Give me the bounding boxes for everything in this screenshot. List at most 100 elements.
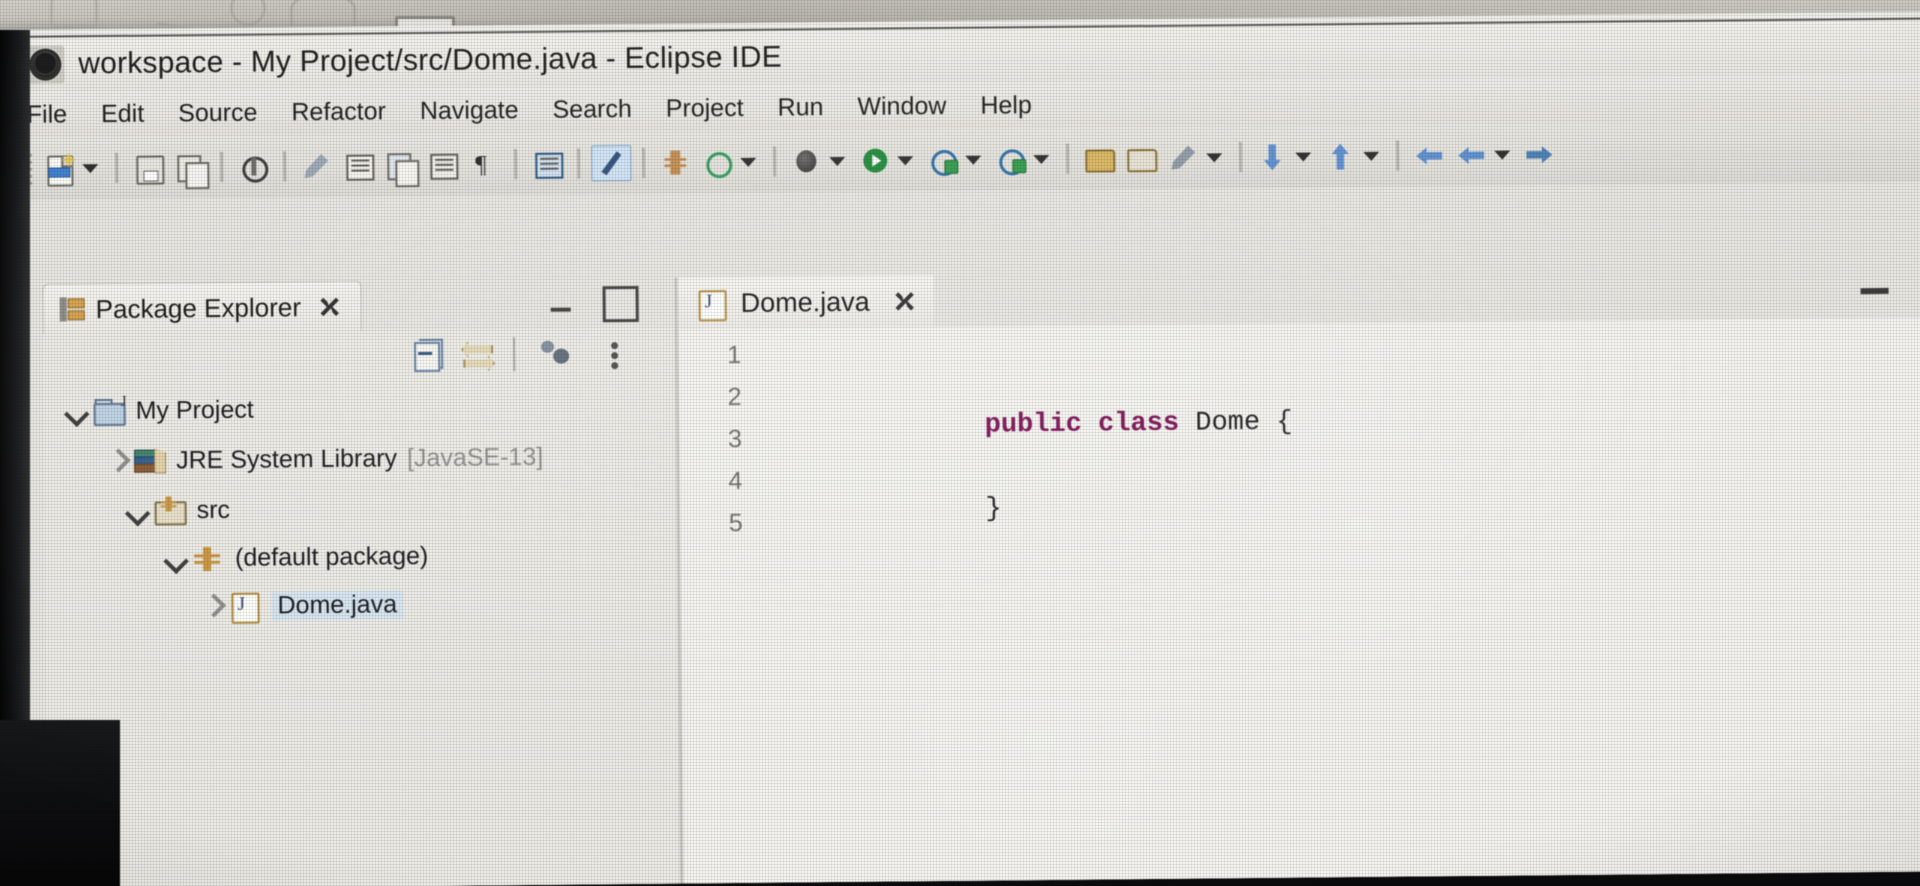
- last-edit-icon[interactable]: [1520, 137, 1558, 171]
- new-package-icon[interactable]: [381, 148, 419, 182]
- tree-item-default-package[interactable]: (default package): [161, 536, 429, 579]
- java-project-icon: J: [92, 394, 127, 427]
- java-file-icon: J: [227, 591, 261, 624]
- bug-icon[interactable]: [787, 144, 825, 178]
- chevron-down-icon[interactable]: [897, 155, 914, 165]
- up-arrow-icon[interactable]: [1253, 140, 1291, 174]
- java-file-icon: J: [695, 288, 729, 322]
- run-play-icon[interactable]: [855, 143, 893, 177]
- new-class-icon[interactable]: [339, 148, 377, 182]
- photo-of-monitor-scene: workspace - My Project/src/Dome.java - E…: [0, 0, 1920, 886]
- grid-icon[interactable]: [656, 145, 694, 179]
- tree-item-label: My Project: [135, 395, 254, 425]
- menu-item-window[interactable]: Window: [857, 91, 946, 121]
- chevron-down-icon[interactable]: [1363, 151, 1380, 161]
- link-editor-icon[interactable]: [461, 339, 495, 371]
- folder-open-icon[interactable]: [1080, 141, 1118, 175]
- chevron-down-icon[interactable]: [740, 157, 757, 167]
- code-editor[interactable]: 1 2 3 4 5 public class Dome { }: [678, 317, 1920, 884]
- menu-item-source[interactable]: Source: [178, 98, 257, 128]
- pen-icon[interactable]: [1164, 141, 1202, 175]
- folder-icon[interactable]: [1122, 141, 1160, 175]
- tree-item-suffix: [JavaSE-13]: [406, 442, 544, 472]
- save-all-icon[interactable]: [171, 150, 209, 184]
- chevron-down-icon[interactable]: [829, 156, 846, 166]
- back-arrow-icon[interactable]: [1410, 138, 1448, 172]
- package-icon: [191, 543, 225, 573]
- hammer-icon[interactable]: [234, 149, 272, 183]
- eclipse-window: workspace - My Project/src/Dome.java - E…: [4, 11, 1920, 886]
- minimize-icon[interactable]: [548, 289, 576, 317]
- package-explorer-tab-row: Package Explorer: [42, 278, 672, 335]
- line-number: 5: [728, 508, 743, 538]
- eclipse-icon: [26, 45, 65, 84]
- editor-tab-label: Dome.java: [740, 286, 870, 318]
- maximize-icon[interactable]: [602, 285, 639, 323]
- wall-shape-3: [230, 0, 266, 26]
- new-file-icon[interactable]: [40, 151, 78, 187]
- task-icon[interactable]: [528, 147, 566, 181]
- close-icon[interactable]: [317, 294, 343, 320]
- chevron-down-icon[interactable]: [965, 155, 982, 165]
- forward-arrow-icon[interactable]: [1452, 138, 1490, 172]
- vertical-dots-icon[interactable]: [599, 338, 633, 370]
- menu-item-refactor[interactable]: Refactor: [291, 97, 386, 127]
- tree-item-src[interactable]: src: [122, 490, 230, 531]
- close-icon[interactable]: [892, 288, 918, 314]
- jre-library-icon: [132, 445, 166, 475]
- view-presentation-icon[interactable]: [539, 339, 573, 371]
- window-title: workspace - My Project/src/Dome.java - E…: [78, 40, 782, 81]
- menu-item-edit[interactable]: Edit: [101, 99, 144, 128]
- package-explorer-tab-label: Package Explorer: [95, 291, 302, 324]
- collapse-all-icon[interactable]: [411, 338, 445, 373]
- skip-breakpoints-icon[interactable]: [297, 149, 335, 183]
- twisty-expanded-icon[interactable]: [62, 396, 92, 426]
- breadcrumb-slash-icon[interactable]: [591, 144, 632, 182]
- package-explorer-view-toolbar: [42, 327, 674, 386]
- source-folder-icon: [152, 495, 187, 526]
- tree-item-dome-java[interactable]: J Dome.java: [197, 584, 404, 626]
- maximize-icon[interactable]: [1860, 287, 1889, 295]
- line-number: 2: [727, 382, 742, 412]
- menu-item-help[interactable]: Help: [980, 91, 1032, 120]
- down-arrow-icon[interactable]: [1321, 139, 1359, 173]
- twisty-collapsed-icon[interactable]: [102, 446, 132, 476]
- workbench-body: Package Explorer J My Project JRE System…: [5, 181, 1920, 886]
- chevron-down-icon[interactable]: [1033, 154, 1050, 164]
- pilcrow-icon[interactable]: ¶: [465, 147, 503, 181]
- save-disk-icon[interactable]: [129, 150, 167, 185]
- tree-item-my-project[interactable]: J My Project: [61, 390, 254, 432]
- menu-item-navigate[interactable]: Navigate: [420, 96, 519, 126]
- chevron-down-icon[interactable]: [1494, 150, 1511, 160]
- monitor-bezel-bottom-left: [0, 720, 120, 886]
- monitor-screen: workspace - My Project/src/Dome.java - E…: [4, 11, 1920, 886]
- tree-item-label: src: [196, 495, 231, 524]
- open-type-icon[interactable]: [698, 145, 736, 179]
- code-line: public class Dome {: [757, 378, 1293, 473]
- code-token-plain: }: [985, 494, 1002, 525]
- twisty-expanded-icon[interactable]: [161, 543, 191, 573]
- twisty-expanded-icon[interactable]: [122, 496, 152, 526]
- tree-item-label: JRE System Library: [175, 443, 398, 474]
- code-token-keyword: public class: [984, 408, 1196, 441]
- menu-item-run[interactable]: Run: [777, 93, 823, 122]
- wall-shape-2: [156, 0, 198, 31]
- external-tools-icon[interactable]: [991, 142, 1029, 176]
- tree-item-jre-system-library[interactable]: JRE System Library [JavaSE-13]: [102, 437, 543, 481]
- twisty-collapsed-icon[interactable]: [197, 591, 227, 621]
- chevron-down-icon[interactable]: [82, 163, 99, 173]
- chevron-down-icon[interactable]: [1295, 151, 1312, 162]
- menu-item-search[interactable]: Search: [552, 94, 631, 124]
- code-line: }: [758, 464, 1002, 556]
- mark-occurrences-icon[interactable]: [423, 148, 461, 182]
- tree-item-label: Dome.java: [271, 589, 404, 620]
- tab-package-explorer[interactable]: Package Explorer: [42, 280, 363, 335]
- code-text-area[interactable]: public class Dome { }: [749, 317, 1920, 882]
- package-explorer-tree: J My Project JRE System Library [JavaSE-…: [43, 379, 679, 886]
- menu-item-file[interactable]: File: [27, 100, 68, 129]
- toolbar-separator: [512, 337, 516, 372]
- chevron-down-icon[interactable]: [1206, 152, 1223, 162]
- coverage-icon[interactable]: [923, 143, 961, 177]
- menu-item-project[interactable]: Project: [666, 93, 744, 123]
- tab-dome-java[interactable]: J Dome.java: [678, 275, 934, 332]
